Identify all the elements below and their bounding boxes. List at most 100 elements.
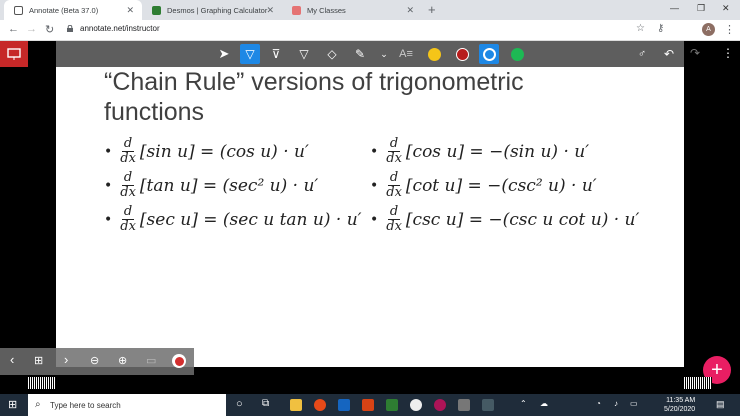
marker-tool[interactable]: ▽ (294, 44, 314, 64)
highlighter-icon: ⊽ (271, 47, 281, 61)
forward-icon[interactable]: → (26, 23, 37, 35)
close-tab-icon[interactable]: ✕ (406, 5, 414, 16)
tab-annotate[interactable]: Annotate (Beta 37.0) ✕ (4, 0, 142, 20)
more-tools-dropdown[interactable]: ⌄ (374, 44, 394, 64)
formula-text: [sec u] = (sec u tan u) · u′ (139, 209, 362, 230)
bullet: • (104, 177, 113, 194)
text-tool[interactable]: A≡ (396, 44, 416, 64)
pointer-tool[interactable]: ➤ (214, 44, 234, 64)
slide-controls: ‹ ⊞ › ⊖ ⊕ ▭ (0, 348, 194, 375)
formula-sec: • d dx [sec u] = (sec u tan u) · u′ (104, 205, 362, 234)
windows-start-icon[interactable]: ⊞ (8, 398, 17, 411)
tab-title: Desmos | Graphing Calculator (167, 5, 268, 15)
green-swatch (510, 47, 524, 61)
close-tab-icon[interactable]: ✕ (126, 5, 134, 16)
clock-date: 5/20/2020 (664, 406, 696, 413)
derivative-operator: d dx (120, 170, 136, 200)
annotate-app: ➤ ▽ ⊽ ▽ ◇ ✎ ⌄ A≡ ♂ ↶ ↷ ⋮ “Chain Rule” ve… (0, 41, 740, 375)
formula-csc: • d dx [csc u] = −(csc u cot u) · u′ (370, 205, 670, 234)
shape-icon: ♂ (637, 48, 647, 60)
redo-icon[interactable]: ↷ (690, 46, 700, 60)
plus-icon: + (711, 358, 723, 381)
pen-tool[interactable]: ▽ (240, 44, 260, 64)
notifications-icon[interactable]: ▤ (716, 399, 725, 410)
taskbar-search[interactable]: ⌕ Type here to search (28, 394, 226, 416)
browser-tab-bar: Annotate (Beta 37.0) ✕ Desmos | Graphing… (0, 0, 740, 20)
slide-canvas[interactable]: “Chain Rule” versions of trigonometric f… (56, 67, 684, 367)
presentation-mode-button[interactable] (0, 41, 28, 67)
battery-icon[interactable]: ▭ (630, 399, 638, 408)
record-button[interactable] (172, 354, 186, 368)
formula-text: [cos u] = −(sin u) · u′ (405, 141, 590, 162)
excel-icon[interactable] (386, 399, 398, 411)
cortana-icon[interactable]: ○ (236, 398, 243, 410)
presentation-icon (7, 48, 21, 60)
classes-favicon-icon (292, 5, 301, 15)
next-page-icon[interactable]: › (64, 352, 68, 367)
chrome-menu-icon[interactable]: ⋮ (724, 23, 735, 36)
derivative-operator: d dx (386, 205, 402, 234)
windows-taskbar: ⊞ ⌕ Type here to search ○ ⧉ ⌃ ☁ ◔ ♪ ▭ 11… (0, 394, 740, 416)
hatched-border-left (28, 377, 56, 389)
key-icon[interactable]: ⚷ (657, 23, 664, 34)
file-explorer-icon[interactable] (290, 399, 302, 411)
tab-desmos[interactable]: Desmos | Graphing Calculator ✕ (142, 0, 282, 20)
zoom-out-icon[interactable]: ⊖ (90, 354, 99, 367)
formula-text: [csc u] = −(csc u cot u) · u′ (405, 209, 640, 230)
back-icon[interactable]: ← (8, 23, 19, 35)
search-placeholder: Type here to search (50, 400, 121, 410)
network-icon[interactable]: ◔ (596, 399, 601, 408)
formula-cos: • d dx [cos u] = −(sin u) · u′ (370, 137, 589, 166)
app-menu-icon[interactable]: ⋮ (722, 46, 734, 60)
blue-swatch (482, 47, 496, 61)
color-green[interactable] (507, 44, 527, 64)
marker-icon: ▽ (299, 47, 309, 61)
tab-my-classes[interactable]: My Classes ✕ (282, 0, 422, 20)
formula-text: [sin u] = (cos u) · u′ (139, 141, 309, 162)
system-clock[interactable]: 11:35 AM 5/20/2020 (664, 396, 695, 414)
chrome-profile-icon[interactable] (410, 399, 422, 411)
color-darkred[interactable] (452, 44, 472, 64)
maximize-icon[interactable]: ❐ (697, 3, 705, 14)
lock-icon (67, 25, 73, 32)
tray-chevron-icon[interactable]: ⌃ (520, 399, 527, 408)
powerpoint-icon[interactable] (362, 399, 374, 411)
formula-cot: • d dx [cot u] = −(csc² u) · u′ (370, 171, 597, 200)
derivative-operator: d dx (120, 204, 136, 234)
line-tool[interactable]: ✎ (350, 44, 370, 64)
tray-cloud-icon[interactable]: ☁ (540, 399, 548, 408)
record-icon (174, 356, 184, 366)
new-tab-icon[interactable]: + (428, 2, 436, 17)
shape-recognize-tool[interactable]: ♂ (632, 44, 652, 64)
annotate-favicon-icon (14, 5, 23, 15)
reload-icon[interactable]: ↻ (45, 23, 54, 36)
app-icon-2[interactable] (458, 399, 470, 411)
bookmark-star-icon[interactable]: ☆ (636, 23, 645, 34)
close-tab-icon[interactable]: ✕ (266, 5, 274, 16)
app-icon-3[interactable] (482, 399, 494, 411)
eraser-tool[interactable]: ◇ (322, 44, 342, 64)
profile-avatar[interactable]: A (702, 23, 715, 36)
derivative-operator: d dx (386, 136, 402, 166)
minimize-icon[interactable]: — (670, 3, 679, 13)
chrome-icon[interactable] (314, 399, 326, 411)
thumbnails-icon[interactable]: ⊞ (34, 354, 43, 367)
task-view-icon[interactable]: ⧉ (262, 398, 269, 409)
blank-page-icon[interactable]: ▭ (146, 354, 156, 367)
close-window-icon[interactable]: ✕ (722, 3, 730, 14)
undo-button[interactable]: ↶ (659, 44, 679, 64)
yellow-swatch (427, 47, 441, 61)
url-field[interactable]: annotate.net/instructor (80, 24, 160, 33)
zoom-in-icon[interactable]: ⊕ (118, 354, 127, 367)
app-icon[interactable] (434, 399, 446, 411)
search-icon: ⌕ (35, 399, 41, 410)
color-yellow[interactable] (424, 44, 444, 64)
prev-page-icon[interactable]: ‹ (10, 352, 14, 367)
formula-sin: • d dx [sin u] = (cos u) · u′ (104, 137, 309, 166)
color-blue[interactable] (479, 44, 499, 64)
volume-icon[interactable]: ♪ (614, 399, 618, 408)
word-icon[interactable] (338, 399, 350, 411)
clock-time: 11:35 AM (666, 397, 696, 404)
derivative-operator: d dx (120, 136, 136, 166)
highlighter-tool[interactable]: ⊽ (266, 44, 286, 64)
